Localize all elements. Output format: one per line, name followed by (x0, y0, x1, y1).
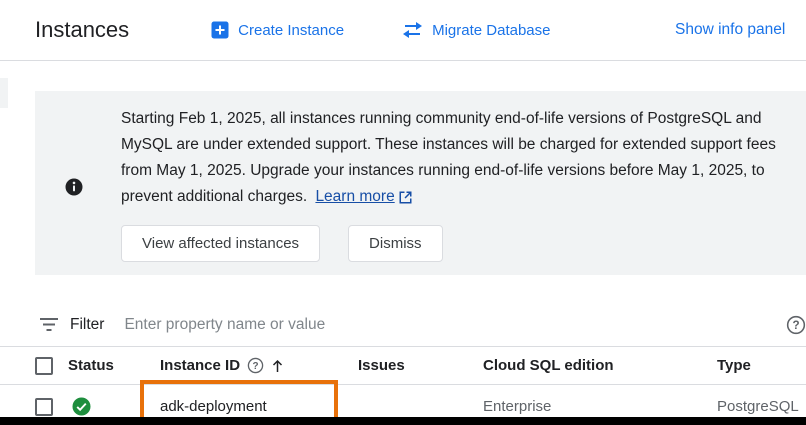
row-edition-cell: Enterprise (483, 398, 717, 415)
column-header-instance-id-label: Instance ID (160, 357, 240, 374)
migrate-database-button[interactable]: Migrate Database (402, 22, 550, 39)
view-affected-instances-button[interactable]: View affected instances (121, 225, 320, 262)
page-header: Instances Create Instance Migrate Databa… (0, 0, 806, 61)
learn-more-label: Learn more (315, 184, 394, 210)
dismiss-button[interactable]: Dismiss (348, 225, 443, 262)
filter-label: Filter (70, 316, 104, 334)
status-ok-icon (72, 397, 91, 416)
column-header-instance-id[interactable]: Instance ID ? (160, 357, 358, 374)
banner-text-line-3: from May 1, 2025. Upgrade your instances… (121, 158, 776, 184)
banner-content: Starting Feb 1, 2025, all instances runn… (121, 106, 776, 262)
table-header-row: Status Instance ID ? Issues Cloud SQL ed… (0, 347, 806, 385)
banner-text-line-4-prefix: prevent additional charges. (121, 188, 307, 205)
select-all-checkbox[interactable] (35, 357, 53, 375)
banner-text-line-2: MySQL are under extended support. These … (121, 132, 776, 158)
banner-buttons: View affected instances Dismiss (121, 225, 776, 262)
migrate-database-label: Migrate Database (432, 22, 550, 39)
filter-bar: Filter ? (0, 303, 806, 347)
filter-icon[interactable] (40, 318, 58, 331)
column-header-edition[interactable]: Cloud SQL edition (483, 357, 717, 374)
row-instance-id-cell: adk-deployment (160, 398, 358, 415)
show-info-panel-label: Show info panel (675, 21, 785, 39)
row-type-cell: PostgreSQL (717, 398, 806, 415)
create-instance-label: Create Instance (238, 22, 344, 39)
help-circle-icon[interactable]: ? (247, 357, 264, 374)
external-link-icon (399, 191, 412, 204)
left-edge-fragment (0, 78, 8, 108)
svg-text:?: ? (792, 319, 799, 332)
page-title: Instances (35, 17, 129, 43)
svg-text:?: ? (253, 361, 259, 372)
cloud-sql-instances-page: Instances Create Instance Migrate Databa… (0, 0, 806, 425)
row-status-cell (68, 397, 160, 416)
filter-input[interactable] (124, 316, 684, 334)
add-box-icon (211, 21, 229, 39)
info-icon (65, 111, 83, 262)
learn-more-link[interactable]: Learn more (315, 184, 411, 210)
column-header-type[interactable]: Type (717, 357, 806, 374)
column-header-status[interactable]: Status (68, 357, 160, 374)
swap-arrows-icon (402, 22, 423, 38)
row-checkbox[interactable] (35, 398, 53, 416)
create-instance-button[interactable]: Create Instance (211, 21, 344, 39)
bottom-black-bar (0, 417, 806, 425)
banner-text-line-4: prevent additional charges. Learn more (121, 184, 776, 210)
sort-ascending-icon[interactable] (271, 359, 284, 373)
help-icon[interactable]: ? (786, 315, 806, 335)
column-header-issues[interactable]: Issues (358, 357, 483, 374)
eol-support-banner: Starting Feb 1, 2025, all instances runn… (35, 91, 806, 275)
instance-link[interactable]: adk-deployment (160, 398, 267, 415)
show-info-panel-button[interactable]: Show info panel (675, 0, 785, 60)
banner-text-line-1: Starting Feb 1, 2025, all instances runn… (121, 106, 776, 132)
